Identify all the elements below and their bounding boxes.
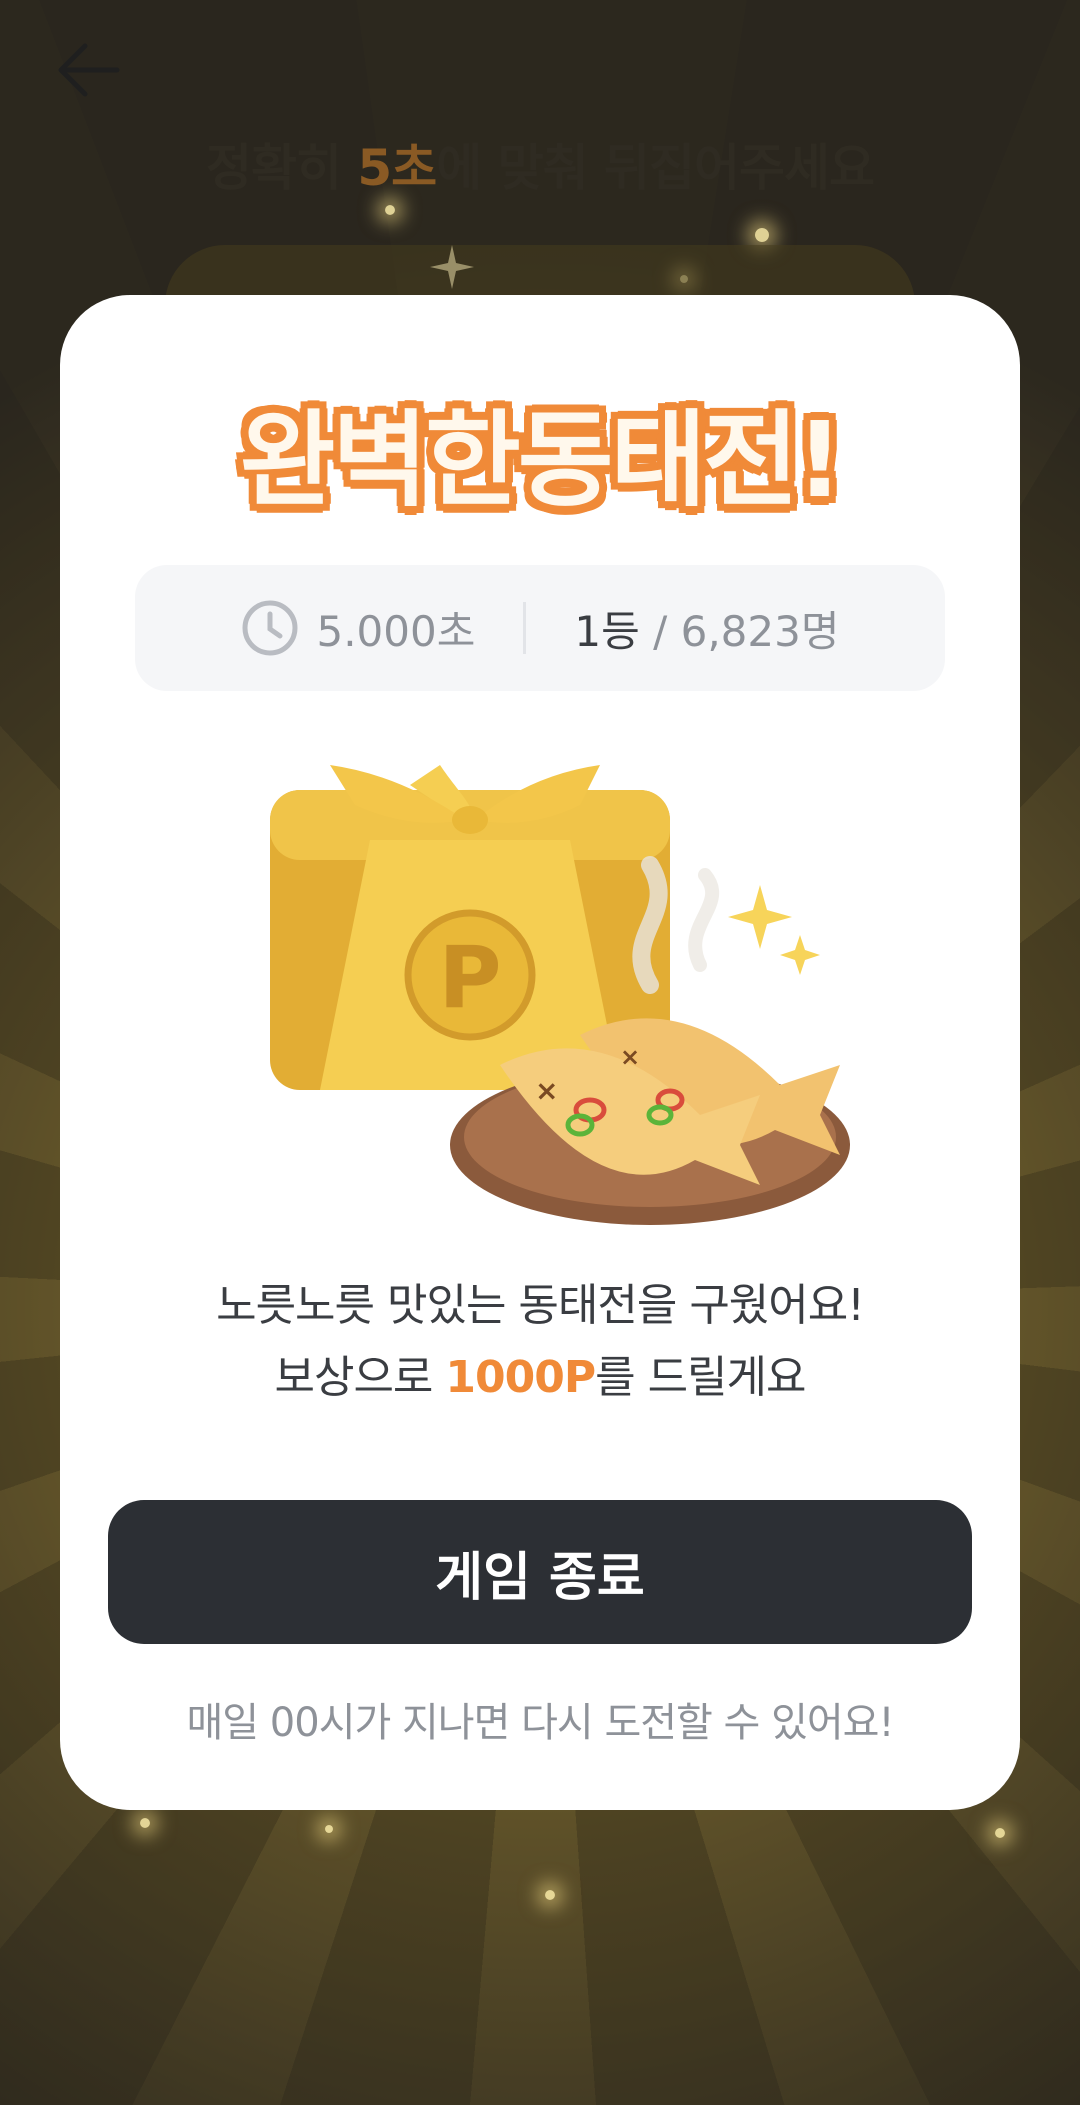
sparkle-decoration (545, 1890, 555, 1900)
instruction-highlight: 5초 (357, 139, 437, 197)
time-value: 5.000초 (316, 606, 476, 656)
game-instruction: 정확히 5초에 맞춰 뒤집어주세요 (205, 139, 875, 197)
arrow-left-icon (58, 43, 120, 97)
svg-text:×: × (535, 1074, 558, 1107)
message-line2: 보상으로 1000P를 드릴게요 (274, 1352, 806, 1403)
clock-icon (242, 600, 298, 656)
result-message: 노릇노릇 맛있는 동태전을 구웠어요! 보상으로 1000P를 드릴게요 (60, 1270, 1020, 1414)
reward-points: 1000P (445, 1352, 596, 1403)
sparkle-stars (728, 885, 820, 975)
sparkle-decoration (385, 205, 395, 215)
rank-stat: 1등 / 6,823명 (574, 606, 840, 656)
sparkle-decoration (995, 1828, 1005, 1838)
svg-text:×: × (620, 1043, 640, 1071)
result-modal: 완벽한동태전! 5.000초 1등 / 6,823명 P × × 노릇노릇 맛있… (60, 295, 1020, 1810)
participants-count: 6,823명 (680, 606, 840, 656)
reward-illustration: P × × (270, 765, 850, 1225)
back-button[interactable] (48, 30, 128, 110)
time-stat: 5.000초 (240, 598, 475, 659)
sparkle-decoration (755, 228, 769, 242)
sparkle-decoration (140, 1818, 150, 1828)
result-stats: 5.000초 1등 / 6,823명 (135, 565, 945, 691)
end-game-button[interactable]: 게임 종료 (108, 1500, 972, 1644)
rank-value: 1등 (574, 606, 640, 656)
message-line1: 노릇노릇 맛있는 동태전을 구웠어요! (216, 1280, 865, 1331)
stats-divider (523, 602, 527, 654)
retry-notice: 매일 00시가 지나면 다시 도전할 수 있어요! (186, 1700, 894, 1746)
sparkle-decoration (325, 1825, 333, 1833)
svg-text:P: P (438, 928, 501, 1028)
result-title: 완벽한동태전! (239, 399, 844, 521)
